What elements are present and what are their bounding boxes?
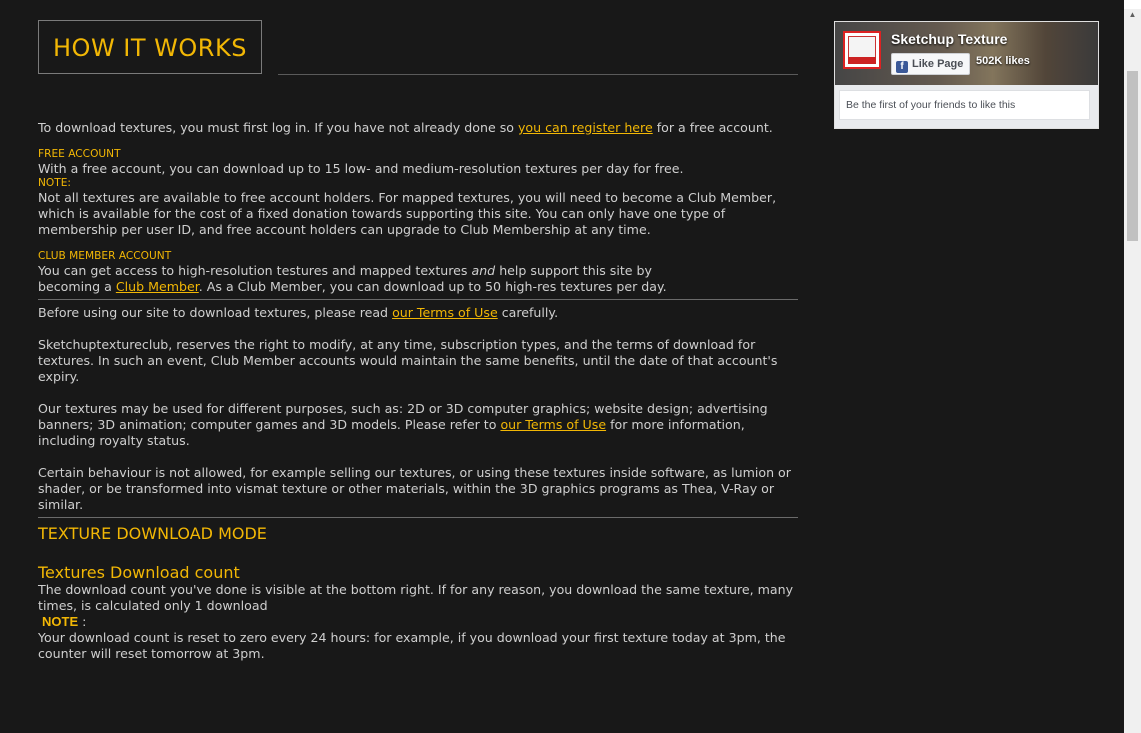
club-text-before: You can get access to high-resolution te… xyxy=(38,263,472,278)
how-it-works-section: HOW IT WORKS To download textures, you m… xyxy=(38,20,798,662)
terms-text-before: Before using our site to download textur… xyxy=(38,305,393,320)
download-note-text: Your download count is reset to zero eve… xyxy=(38,630,786,661)
download-note-label: NOTE xyxy=(42,614,79,629)
club-text-after: . As a Club Member, you can download up … xyxy=(198,279,667,294)
section-divider-2 xyxy=(38,517,798,518)
vertical-scrollbar[interactable]: ▲ xyxy=(1124,9,1141,733)
download-count-text: The download count you've done is visibl… xyxy=(38,582,794,613)
download-note-line: NOTE : xyxy=(38,614,798,630)
sketchup-texture-logo[interactable] xyxy=(843,31,881,69)
download-mode-heading: TEXTURE DOWNLOAD MODE xyxy=(38,524,267,543)
like-button-label: Like Page xyxy=(912,58,964,70)
download-note-suffix: : xyxy=(78,614,87,629)
facebook-friends-text: Be the first of your friends to like thi… xyxy=(839,90,1090,120)
intro-text-after: for a free account. xyxy=(652,120,773,135)
club-text-emphasis: and xyxy=(471,263,496,278)
free-account-label: FREE ACCOUNT xyxy=(38,148,121,160)
scrollbar-thumb[interactable] xyxy=(1127,71,1138,241)
terms-of-use-link[interactable]: our Terms of Use xyxy=(392,305,498,320)
usage-paragraph: Our textures may be used for different p… xyxy=(38,401,798,449)
facebook-page-widget[interactable]: Sketchup Texture f Like Page 502K likes B… xyxy=(834,21,1099,129)
terms-of-use-link-2[interactable]: our Terms of Use xyxy=(500,417,606,432)
terms-text-after: carefully. xyxy=(497,305,559,320)
terms-paragraph: Before using our site to download textur… xyxy=(38,305,798,321)
facebook-like-count: 502K likes xyxy=(976,55,1030,67)
section-divider xyxy=(38,299,798,300)
free-account-note-text: Not all textures are available to free a… xyxy=(38,190,777,237)
title-area: HOW IT WORKS xyxy=(38,20,798,75)
page-content: HOW IT WORKS To download textures, you m… xyxy=(0,0,1124,733)
facebook-cover-image[interactable]: Sketchup Texture f Like Page 502K likes xyxy=(835,22,1098,85)
facebook-like-button[interactable]: f Like Page xyxy=(891,53,971,75)
club-account-label: CLUB MEMBER ACCOUNT xyxy=(38,250,172,262)
intro-text-before: To download textures, you must first log… xyxy=(38,120,518,135)
page-title: HOW IT WORKS xyxy=(38,20,262,74)
scroll-up-arrow-icon[interactable]: ▲ xyxy=(1124,9,1141,21)
download-count-heading: Textures Download count xyxy=(38,563,240,582)
free-account-note-label: NOTE: xyxy=(38,177,71,189)
intro-paragraph: To download textures, you must first log… xyxy=(38,120,798,136)
rights-paragraph: Sketchuptextureclub, reserves the right … xyxy=(38,337,778,384)
facebook-f-icon: f xyxy=(896,61,908,73)
title-divider xyxy=(278,74,798,75)
facebook-page-name[interactable]: Sketchup Texture xyxy=(891,31,1007,47)
free-account-text: With a free account, you can download up… xyxy=(38,161,684,176)
club-member-link[interactable]: Club Member xyxy=(116,279,199,294)
club-account-paragraph: You can get access to high-resolution te… xyxy=(38,263,718,295)
register-link[interactable]: you can register here xyxy=(518,120,653,135)
behaviour-paragraph: Certain behaviour is not allowed, for ex… xyxy=(38,465,791,512)
